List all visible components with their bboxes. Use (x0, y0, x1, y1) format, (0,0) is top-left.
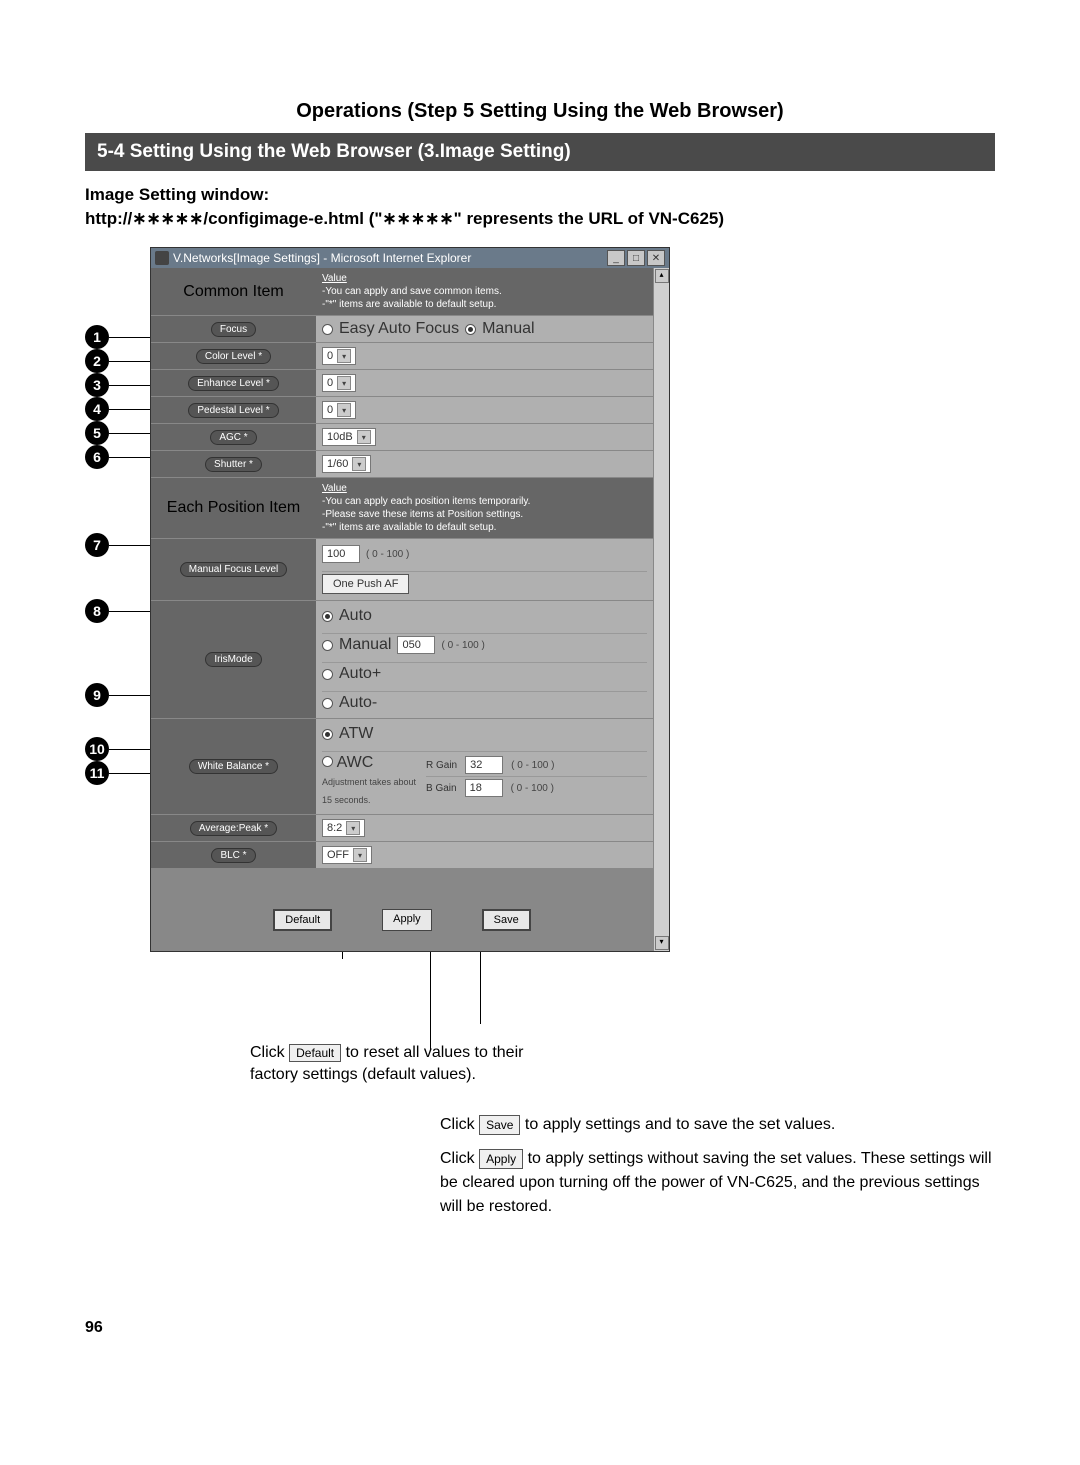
maximize-button[interactable]: □ (627, 250, 645, 266)
app-icon (155, 251, 169, 265)
apply-button[interactable]: Apply (382, 909, 432, 931)
focus-label: Focus (211, 322, 256, 337)
save-description: Click Save to apply settings and to save… (440, 1113, 995, 1137)
callout-8: 8 (85, 599, 109, 623)
default-inline-button: Default (289, 1044, 341, 1062)
wb-atw-radio[interactable] (322, 729, 333, 740)
focus-manual-text: Manual (482, 320, 534, 338)
window-title: V.Networks[Image Settings] - Microsoft I… (173, 251, 471, 265)
avg-peak-label: Average:Peak * (190, 821, 277, 836)
default-button[interactable]: Default (273, 909, 332, 931)
page-header: Operations (Step 5 Setting Using the Web… (85, 100, 995, 123)
enhance-level-label: Enhance Level * (188, 376, 279, 391)
avg-peak-select[interactable]: 8:2▾ (322, 819, 365, 837)
window-titlebar: V.Networks[Image Settings] - Microsoft I… (151, 248, 669, 268)
color-level-label: Color Level * (196, 349, 271, 364)
default-description: Click Default to reset all values to the… (250, 1042, 530, 1085)
iris-manual-text: Manual (339, 636, 391, 654)
blc-select[interactable]: OFF▾ (322, 846, 372, 864)
callout-9: 9 (85, 683, 109, 707)
chevron-down-icon: ▾ (337, 349, 351, 363)
white-balance-label: White Balance * (189, 759, 278, 774)
iris-auto-plus-radio[interactable] (322, 669, 333, 680)
intro-window-label: Image Setting window: (85, 185, 995, 205)
minimize-button[interactable]: _ (607, 250, 625, 266)
agc-select[interactable]: 10dB▾ (322, 428, 376, 446)
vertical-scrollbar[interactable]: ▴ ▾ (653, 268, 669, 951)
iris-auto-minus-text: Auto- (339, 694, 377, 712)
callout-6: 6 (85, 445, 109, 469)
focus-easy-text: Easy Auto Focus (339, 320, 459, 338)
iris-manual-radio[interactable] (322, 640, 333, 651)
callout-5: 5 (85, 421, 109, 445)
callout-10: 10 (85, 737, 109, 761)
browser-window: V.Networks[Image Settings] - Microsoft I… (150, 247, 670, 952)
r-gain-label: R Gain (426, 760, 457, 771)
common-value-header: Value -You can apply and save common ite… (322, 272, 502, 311)
wb-awc-text: AWC (337, 754, 374, 771)
pedestal-level-label: Pedestal Level * (188, 403, 278, 418)
focus-manual-radio[interactable] (465, 324, 476, 335)
scroll-down-icon[interactable]: ▾ (655, 936, 669, 950)
callout-3: 3 (85, 373, 109, 397)
chevron-down-icon: ▾ (357, 430, 371, 444)
iris-auto-radio[interactable] (322, 611, 333, 622)
callout-4: 4 (85, 397, 109, 421)
chevron-down-icon: ▾ (352, 457, 366, 471)
iris-manual-input[interactable]: 050 (397, 636, 435, 654)
each-position-value-header: Value -You can apply each position items… (322, 482, 530, 534)
callout-7: 7 (85, 533, 109, 557)
b-gain-label: B Gain (426, 783, 457, 794)
callout-2: 2 (85, 349, 109, 373)
enhance-level-select[interactable]: 0▾ (322, 374, 356, 392)
iris-auto-text: Auto (339, 607, 372, 625)
shutter-select[interactable]: 1/60▾ (322, 455, 371, 473)
wb-atw-text: ATW (339, 725, 373, 743)
r-gain-range: ( 0 - 100 ) (511, 760, 554, 771)
manual-focus-label: Manual Focus Level (180, 562, 288, 577)
iris-manual-range: ( 0 - 100 ) (441, 640, 484, 651)
shutter-label: Shutter * (205, 457, 262, 472)
iris-auto-plus-text: Auto+ (339, 665, 381, 683)
section-title-bar: 5-4 Setting Using the Web Browser (3.Ima… (85, 133, 995, 171)
save-inline-button: Save (479, 1115, 520, 1135)
pedestal-level-select[interactable]: 0▾ (322, 401, 356, 419)
callout-1: 1 (85, 325, 109, 349)
wb-awc-radio[interactable] (322, 756, 333, 767)
chevron-down-icon: ▾ (337, 376, 351, 390)
r-gain-input[interactable]: 32 (465, 756, 503, 774)
focus-easy-radio[interactable] (322, 324, 333, 335)
one-push-af-button[interactable]: One Push AF (322, 574, 409, 594)
blc-label: BLC * (211, 848, 255, 863)
save-button[interactable]: Save (482, 909, 531, 931)
chevron-down-icon: ▾ (346, 821, 360, 835)
page-number: 96 (85, 1319, 995, 1337)
common-item-label: Common Item (183, 283, 283, 301)
agc-label: AGC * (210, 430, 256, 445)
chevron-down-icon: ▾ (353, 848, 367, 862)
each-position-label: Each Position Item (167, 499, 300, 517)
apply-description: Click Apply to apply settings without sa… (440, 1147, 995, 1219)
apply-inline-button: Apply (479, 1149, 523, 1169)
wb-awc-note: Adjustment takes about 15 seconds. (322, 777, 416, 805)
color-level-select[interactable]: 0▾ (322, 347, 356, 365)
iris-auto-minus-radio[interactable] (322, 698, 333, 709)
b-gain-range: ( 0 - 100 ) (511, 783, 554, 794)
manual-focus-range: ( 0 - 100 ) (366, 549, 409, 560)
callout-11: 11 (85, 761, 109, 785)
intro-url: http://∗∗∗∗∗/configimage-e.html ("∗∗∗∗∗"… (85, 209, 995, 229)
b-gain-input[interactable]: 18 (465, 779, 503, 797)
manual-focus-input[interactable]: 100 (322, 545, 360, 563)
scroll-up-icon[interactable]: ▴ (655, 269, 669, 283)
chevron-down-icon: ▾ (337, 403, 351, 417)
iris-mode-label: IrisMode (205, 652, 261, 667)
close-button[interactable]: ✕ (647, 250, 665, 266)
